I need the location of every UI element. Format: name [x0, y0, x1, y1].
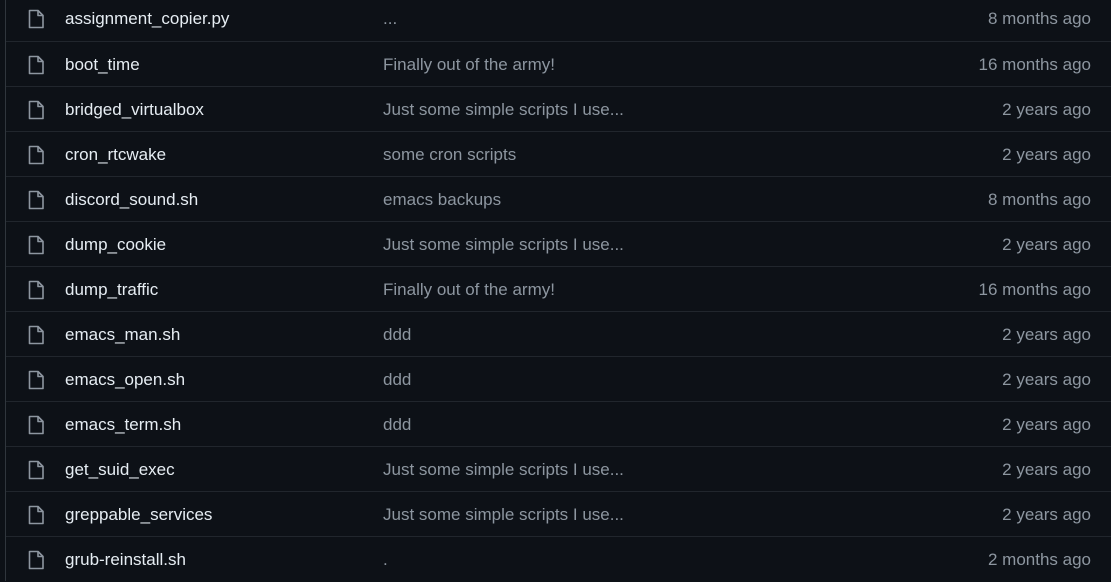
file-icon	[27, 9, 45, 29]
file-row[interactable]: boot_time Finally out of the army! 16 mo…	[6, 41, 1111, 86]
file-icon	[27, 415, 45, 435]
file-icon	[27, 145, 45, 165]
commit-message-link[interactable]: Just some simple scripts I use...	[383, 100, 624, 120]
file-name-link[interactable]: emacs_term.sh	[65, 415, 181, 435]
commit-message-link[interactable]: ddd	[383, 370, 411, 390]
commit-message-link[interactable]: ...	[383, 9, 397, 29]
commit-age: 2 years ago	[1002, 460, 1091, 479]
file-row[interactable]: discord_sound.sh emacs backups 8 months …	[6, 176, 1111, 221]
commit-age: 2 years ago	[1002, 235, 1091, 254]
commit-message-link[interactable]: ddd	[383, 415, 411, 435]
file-name-link[interactable]: emacs_open.sh	[65, 370, 185, 390]
commit-age: 8 months ago	[987, 9, 1091, 28]
file-icon	[27, 505, 45, 525]
file-row[interactable]: emacs_open.sh ddd 2 years ago	[6, 356, 1111, 401]
file-row[interactable]: dump_cookie Just some simple scripts I u…	[6, 221, 1111, 266]
file-row[interactable]: greppable_services Just some simple scri…	[6, 491, 1111, 536]
commit-age: 8 months ago	[987, 190, 1091, 209]
file-icon	[27, 235, 45, 255]
file-name-link[interactable]: dump_cookie	[65, 235, 166, 255]
commit-age: 2 years ago	[1002, 100, 1091, 119]
file-icon	[27, 55, 45, 75]
file-icon	[27, 190, 45, 210]
commit-message-link[interactable]: Just some simple scripts I use...	[383, 505, 624, 525]
file-icon	[27, 460, 45, 480]
commit-message-link[interactable]: emacs backups	[383, 190, 501, 210]
file-row[interactable]: bridged_virtualbox Just some simple scri…	[6, 86, 1111, 131]
file-icon	[27, 280, 45, 300]
file-name-link[interactable]: boot_time	[65, 55, 140, 75]
commit-age: 2 years ago	[1002, 145, 1091, 164]
file-row[interactable]: assignment_copier.py ... 8 months ago	[6, 0, 1111, 41]
commit-age: 2 months ago	[987, 550, 1091, 569]
file-icon	[27, 550, 45, 570]
commit-message-link[interactable]: Just some simple scripts I use...	[383, 235, 624, 255]
commit-message-link[interactable]: some cron scripts	[383, 145, 516, 165]
file-name-link[interactable]: assignment_copier.py	[65, 9, 229, 29]
file-icon	[27, 370, 45, 390]
file-name-link[interactable]: emacs_man.sh	[65, 325, 180, 345]
file-name-link[interactable]: get_suid_exec	[65, 460, 175, 480]
commit-message-link[interactable]: ddd	[383, 325, 411, 345]
file-row[interactable]: get_suid_exec Just some simple scripts I…	[6, 446, 1111, 491]
commit-age: 16 months ago	[978, 55, 1091, 74]
commit-age: 2 years ago	[1002, 505, 1091, 524]
file-row[interactable]: dump_traffic Finally out of the army! 16…	[6, 266, 1111, 311]
commit-message-link[interactable]: Finally out of the army!	[383, 280, 555, 300]
commit-message-link[interactable]: Finally out of the army!	[383, 55, 555, 75]
file-row[interactable]: emacs_term.sh ddd 2 years ago	[6, 401, 1111, 446]
file-name-link[interactable]: discord_sound.sh	[65, 190, 198, 210]
file-name-link[interactable]: cron_rtcwake	[65, 145, 166, 165]
file-name-link[interactable]: dump_traffic	[65, 280, 158, 300]
commit-age: 2 years ago	[1002, 415, 1091, 434]
file-name-link[interactable]: bridged_virtualbox	[65, 100, 204, 120]
file-name-link[interactable]: grub-reinstall.sh	[65, 550, 186, 570]
file-icon	[27, 325, 45, 345]
commit-message-link[interactable]: Just some simple scripts I use...	[383, 460, 624, 480]
commit-age: 2 years ago	[1002, 370, 1091, 389]
file-list: assignment_copier.py ... 8 months ago bo…	[5, 0, 1111, 581]
commit-age: 16 months ago	[978, 280, 1091, 299]
commit-message-link[interactable]: .	[383, 550, 388, 570]
file-row[interactable]: emacs_man.sh ddd 2 years ago	[6, 311, 1111, 356]
file-name-link[interactable]: greppable_services	[65, 505, 212, 525]
commit-age: 2 years ago	[1002, 325, 1091, 344]
file-icon	[27, 100, 45, 120]
file-row[interactable]: cron_rtcwake some cron scripts 2 years a…	[6, 131, 1111, 176]
file-row[interactable]: grub-reinstall.sh . 2 months ago	[6, 536, 1111, 581]
